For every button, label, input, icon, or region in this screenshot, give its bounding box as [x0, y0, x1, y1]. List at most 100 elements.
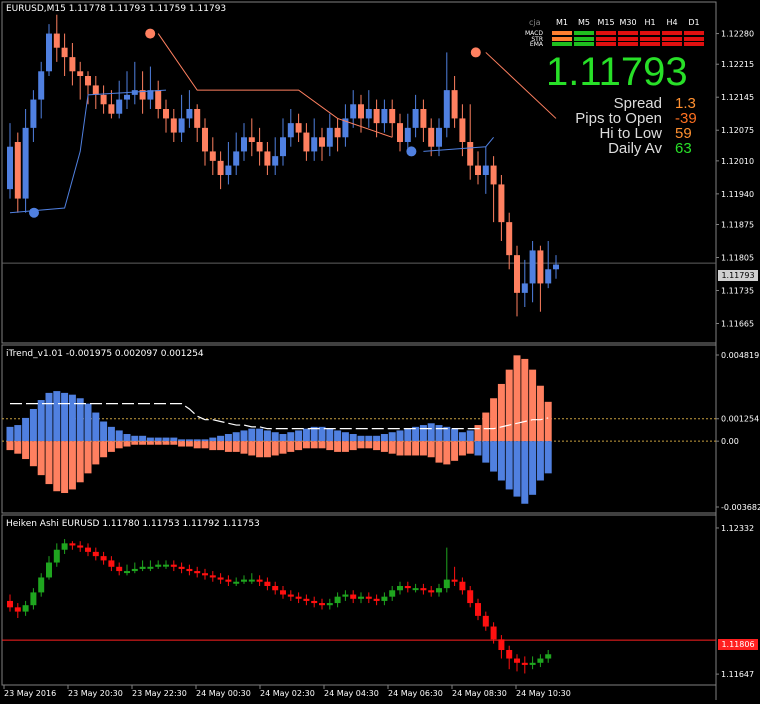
candle-body: [280, 137, 286, 157]
itrend-bar: [419, 441, 427, 456]
signal-cell: [640, 31, 660, 35]
itrend-bar: [458, 432, 466, 442]
heiken-body: [22, 605, 29, 612]
itrend-bar: [544, 441, 552, 474]
x-tick-label: 23 May 22:30: [132, 689, 187, 698]
signal-cell: [684, 36, 704, 41]
heiken-body: [7, 600, 13, 608]
window-title: EURUSD,M15 1.11778 1.11793 1.11759 1.117…: [6, 4, 227, 14]
signal-cell: [662, 36, 682, 41]
y-tick-label: 1.12145: [721, 93, 754, 102]
candle-body: [553, 264, 559, 270]
itrend-bar: [162, 437, 170, 442]
itrend-bar: [100, 441, 108, 458]
itrend-bar: [310, 441, 318, 449]
heiken-body: [342, 594, 349, 597]
candle-body: [420, 109, 427, 128]
itrend-bar: [22, 441, 30, 460]
itrend-bar: [497, 441, 505, 481]
itrend-bar: [521, 358, 529, 442]
candle-body: [7, 146, 13, 190]
heiken-body: [92, 551, 99, 557]
heiken-body: [506, 650, 513, 659]
itrend-bar: [404, 428, 412, 442]
itrend-bar: [84, 403, 92, 442]
itrend-bar: [334, 441, 342, 452]
candle-body: [326, 127, 333, 147]
itrend-bar: [326, 441, 334, 451]
heiken-body: [373, 598, 380, 601]
y-tick-label: 1.11940: [721, 190, 754, 199]
user-label: cja: [529, 18, 541, 27]
heiken-body: [241, 579, 247, 582]
stat-label-spread: Spread: [613, 95, 662, 112]
heiken-body: [334, 596, 341, 604]
itrend-bar: [396, 441, 404, 456]
itrend-bar: [14, 425, 22, 442]
candle-body: [506, 222, 513, 256]
y-tick-label: 1.11665: [721, 320, 754, 329]
itrend-bar: [185, 441, 193, 447]
candle-body: [334, 127, 341, 138]
itrend-bar: [279, 434, 287, 442]
candle-body: [30, 99, 37, 128]
signal-cell: [552, 36, 572, 41]
heiken-body: [490, 626, 497, 640]
itrend-bar: [139, 441, 147, 445]
heiken-body: [428, 590, 435, 593]
itrend-bar: [131, 435, 139, 442]
candle-body: [436, 127, 442, 147]
itrend-bar: [263, 430, 271, 442]
heiken-body: [264, 581, 271, 586]
candle-body: [22, 127, 29, 199]
timeframe-label-m1: M1: [556, 18, 568, 27]
signal-cell: [640, 42, 660, 46]
signal-cell: [596, 31, 616, 35]
signal-cell: [618, 42, 638, 46]
itrend-bar: [497, 383, 505, 442]
candle-body: [85, 76, 91, 86]
itrend-bar: [513, 355, 521, 442]
heiken-body: [225, 579, 232, 582]
stat-value-spread: 1.3: [675, 95, 696, 112]
heiken-body: [482, 615, 489, 627]
itrend-bar: [341, 441, 349, 452]
y-tick-label: 1.12075: [721, 126, 754, 135]
itrend-bar: [53, 441, 61, 492]
heiken-body: [116, 566, 123, 572]
pane-frame-2: [1, 514, 717, 686]
candle-body: [272, 156, 279, 166]
heiken-body: [139, 566, 146, 569]
itrend-bar: [217, 435, 225, 442]
itrend-bar: [365, 435, 373, 442]
candle-body: [482, 165, 489, 175]
itrend-title: iTrend_v1.01 -0.001975 0.002097 0.001254: [6, 349, 204, 359]
stat-label-pips-to-open: Pips to Open: [575, 110, 662, 127]
x-tick-label: 24 May 00:30: [196, 689, 251, 698]
heiken-body: [194, 571, 201, 574]
itrend-bar: [482, 412, 490, 442]
heiken-body: [155, 564, 162, 567]
stat-value-daily-av: 63: [675, 140, 692, 157]
itrend-bar: [396, 430, 404, 442]
itrend-bar: [287, 432, 295, 442]
candle-body: [358, 104, 364, 119]
itrend-bar: [529, 369, 537, 442]
itrend-bar: [466, 441, 474, 454]
candle-body: [365, 109, 372, 119]
candle-body: [209, 151, 216, 161]
candle-body: [264, 151, 271, 166]
itrend-bar: [380, 434, 388, 442]
itrend-bar: [61, 441, 69, 494]
signal-cell: [662, 31, 682, 35]
itrend-bar: [76, 441, 84, 483]
itrend-bar: [435, 441, 443, 463]
candle-body: [467, 142, 474, 166]
itrend-bar: [349, 441, 357, 451]
candle-body: [459, 118, 466, 142]
itrend-bar: [45, 441, 53, 485]
trend-dot: [145, 28, 156, 39]
x-tick-label: 23 May 2016: [4, 689, 56, 698]
signal-cell: [640, 36, 660, 41]
heiken-body: [178, 566, 185, 569]
